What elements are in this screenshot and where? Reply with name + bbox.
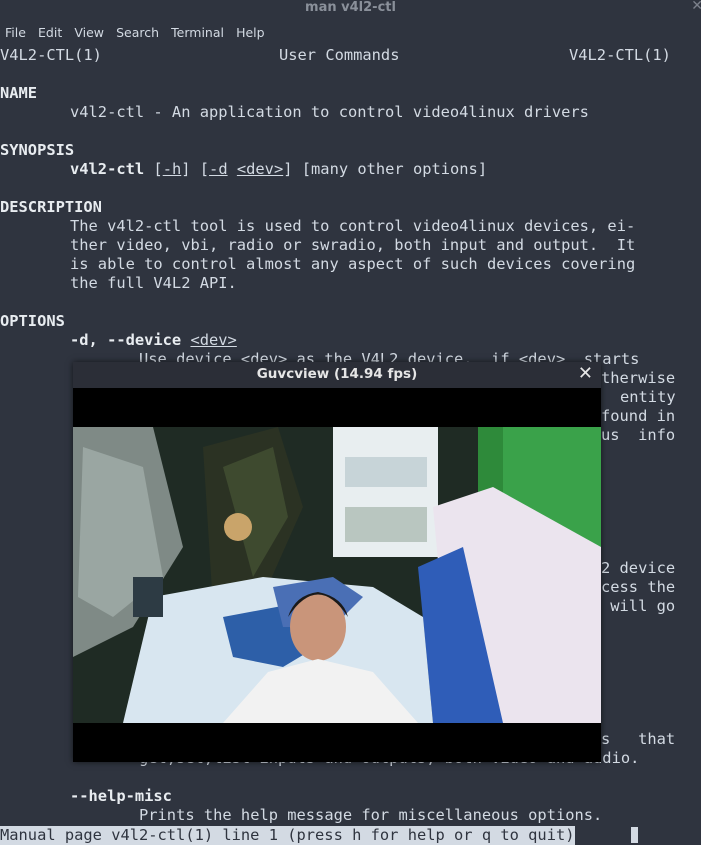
partial-line: cess the [601, 578, 676, 596]
camera-image [73, 427, 601, 723]
synopsis-dev: <dev> [236, 160, 284, 178]
device-option-flag: -d, --device [70, 331, 182, 349]
window-title: man v4l2-ctl [305, 0, 396, 15]
description-line: the full V4L2 API. [70, 274, 237, 292]
partial-line: 2 device [601, 559, 676, 577]
menu-bar: File Edit View Search Terminal Help [0, 22, 701, 44]
menu-view[interactable]: View [74, 22, 104, 44]
guvcview-title: Guvcview (14.94 fps) [256, 366, 418, 382]
partial-line: will go [601, 597, 676, 615]
camera-preview [73, 427, 601, 723]
options-heading: OPTIONS [0, 312, 65, 330]
help-misc-desc: Prints the help message for miscellaneou… [139, 806, 603, 824]
synopsis-d: -d [209, 160, 228, 178]
description-heading: DESCRIPTION [0, 198, 102, 216]
terminal-cursor [630, 826, 639, 844]
synopsis-cmd: v4l2-ctl [70, 160, 145, 178]
device-desc-line: found in [601, 407, 676, 425]
man-header-center: User Commands [279, 46, 400, 64]
man-header-right: V4L2-CTL(1) [569, 46, 671, 64]
man-header-left: V4L2-CTL(1) [0, 46, 102, 64]
device-desc-line: entity [620, 388, 676, 406]
status-line: Manual page v4l2-ctl(1) line 1 (press h … [0, 826, 575, 845]
help-misc-option: --help-misc [70, 787, 172, 805]
device-option: -d, --device <dev> [70, 331, 237, 350]
synopsis-rest: [many other options] [301, 160, 488, 178]
menu-search[interactable]: Search [116, 22, 159, 44]
partial-line: s that [601, 730, 676, 748]
description-line: ther video, vbi, radio or swradio, both … [70, 236, 636, 254]
device-option-arg: <dev> [190, 331, 237, 349]
guvcview-window[interactable]: Guvcview (14.94 fps) ✕ [73, 362, 601, 762]
close-icon[interactable]: ✕ [691, 0, 701, 14]
menu-file[interactable]: File [5, 22, 26, 44]
description-line: is able to control almost any aspect of … [70, 255, 636, 273]
window-titlebar: man v4l2-ctl ✕ [0, 0, 701, 20]
guvcview-titlebar[interactable]: Guvcview (14.94 fps) ✕ [73, 362, 601, 388]
device-desc-line: therwise [601, 369, 676, 387]
guvcview-close-icon[interactable]: ✕ [578, 362, 593, 386]
device-desc-line: us info [601, 426, 676, 444]
name-line: v4l2-ctl - An application to control vid… [70, 103, 589, 121]
menu-terminal[interactable]: Terminal [171, 22, 224, 44]
synopsis-heading: SYNOPSIS [0, 141, 75, 159]
menu-help[interactable]: Help [236, 22, 265, 44]
description-line: The v4l2-ctl tool is used to control vid… [70, 217, 636, 235]
name-heading: NAME [0, 84, 38, 102]
menu-edit[interactable]: Edit [38, 22, 62, 44]
synopsis-h: -h [162, 160, 182, 178]
synopsis-line: v4l2-ctl [-h] [-d <dev>] [many other opt… [70, 160, 488, 178]
